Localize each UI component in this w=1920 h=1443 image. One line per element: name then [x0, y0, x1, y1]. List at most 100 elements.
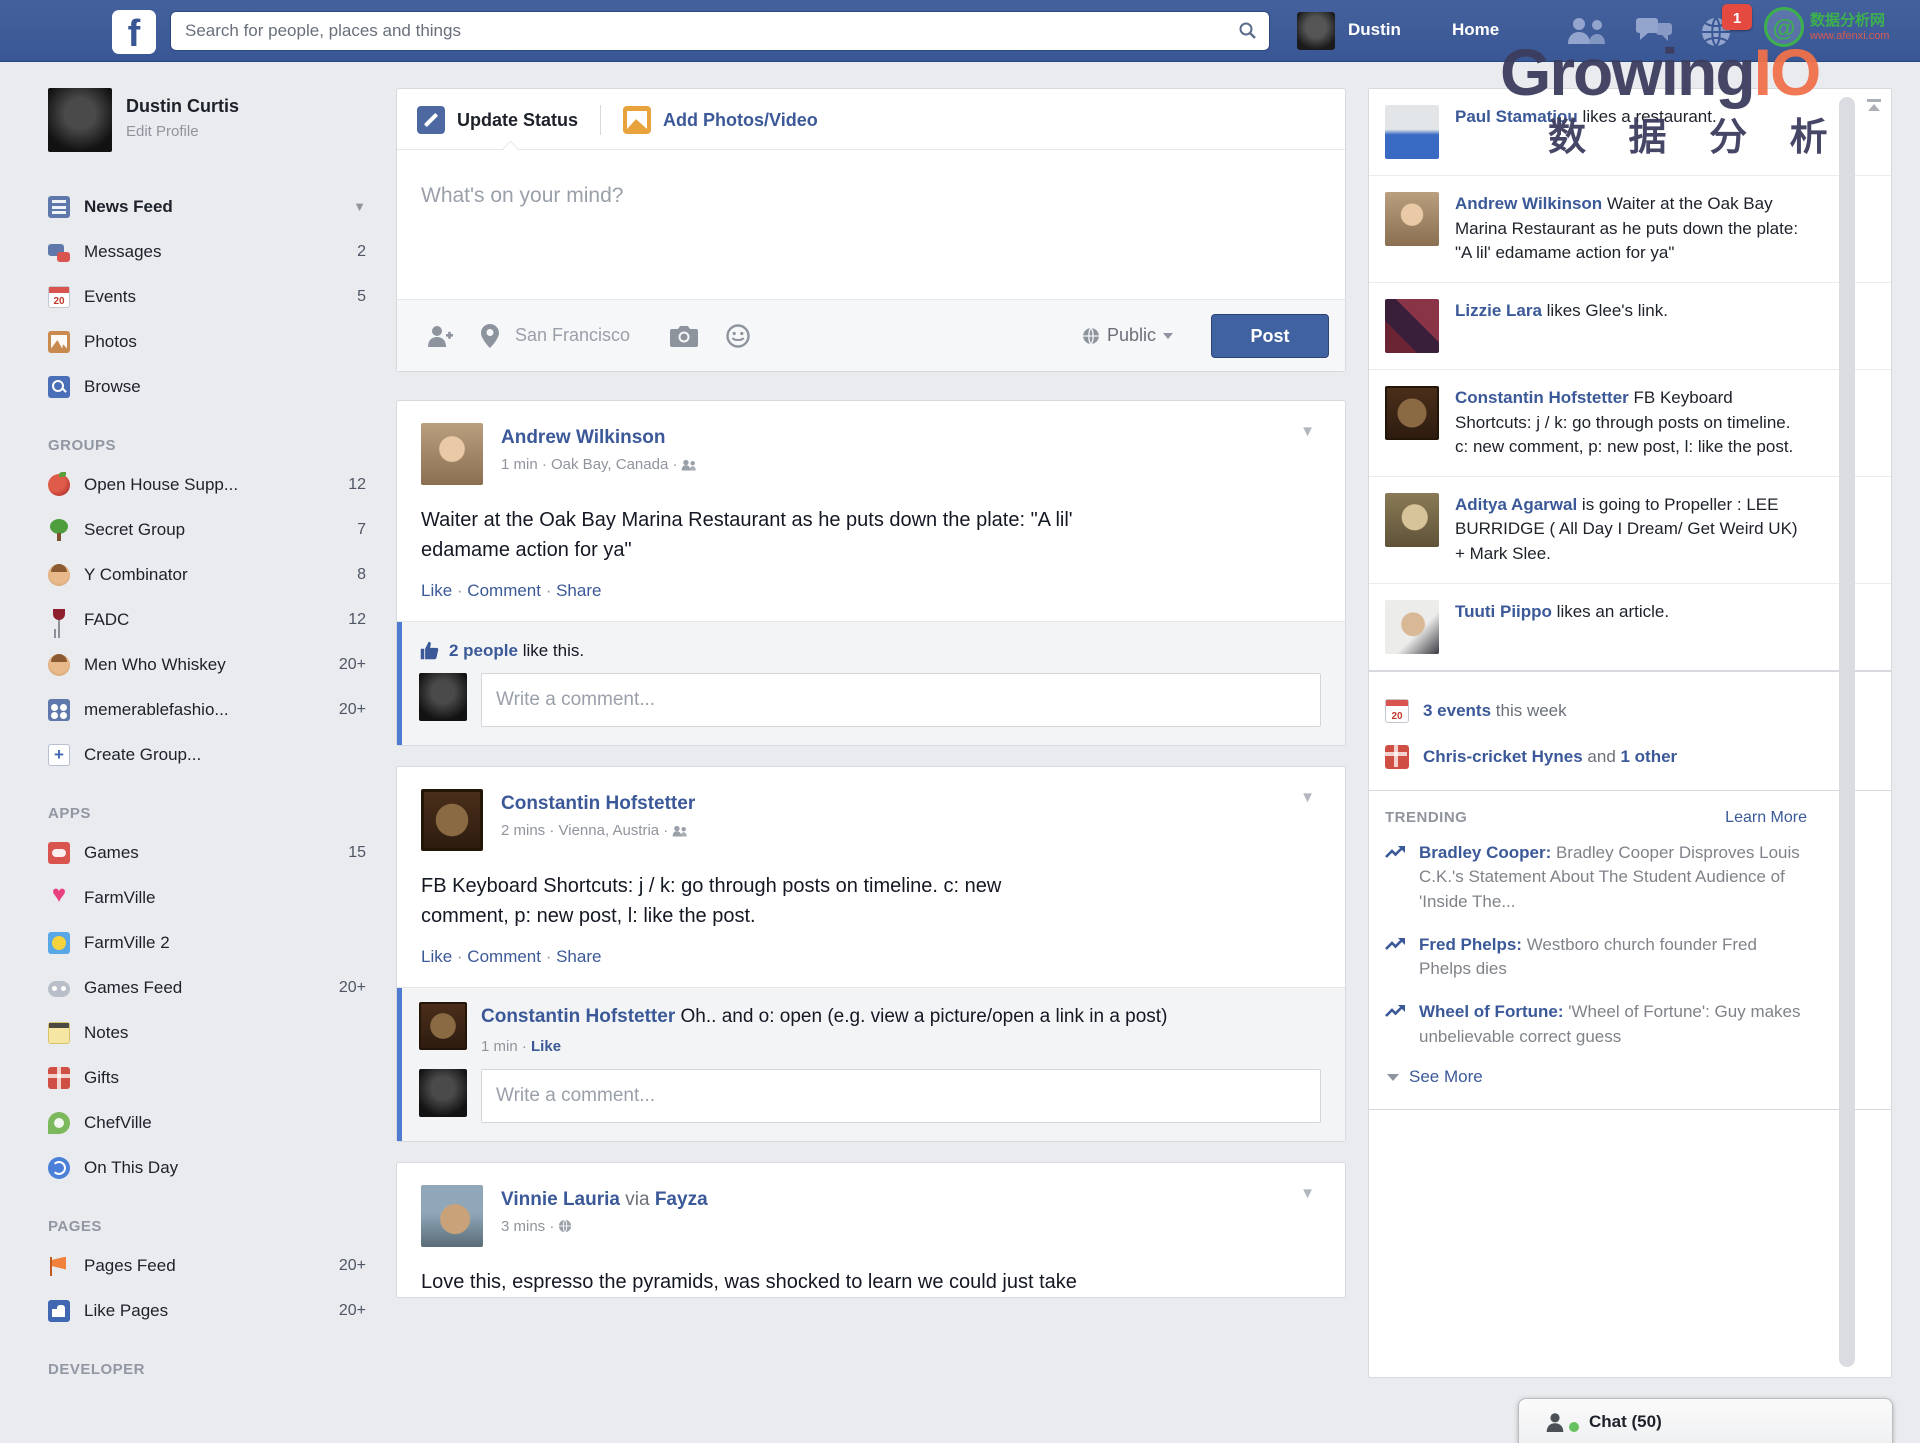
- sidebar-item-games-feed[interactable]: Games Feed 20+: [48, 965, 366, 1010]
- likers-link[interactable]: 2 people: [449, 641, 518, 660]
- ticker-item[interactable]: Tuuti Piippo likes an article.: [1369, 584, 1891, 672]
- hide-ticker-icon[interactable]: [1867, 99, 1881, 111]
- ticker-name[interactable]: Tuuti Piippo: [1455, 602, 1552, 621]
- trending-topic[interactable]: Fred Phelps:: [1419, 935, 1522, 954]
- chat-bar[interactable]: Chat (50): [1518, 1398, 1893, 1443]
- friend-requests-icon[interactable]: [1566, 16, 1608, 49]
- events-count-link[interactable]: 3 events: [1423, 701, 1491, 720]
- tag-friends-icon[interactable]: [427, 325, 453, 347]
- sidebar-item-group[interactable]: Secret Group 7: [48, 507, 366, 552]
- sidebar-item-group[interactable]: FADC 12: [48, 597, 366, 642]
- trending-item[interactable]: Wheel of Fortune: 'Wheel of Fortune': Gu…: [1385, 1000, 1807, 1049]
- learn-more-link[interactable]: Learn More: [1725, 809, 1807, 827]
- post-author-link[interactable]: Vinnie Lauria via Fayza: [501, 1189, 708, 1211]
- sidebar-item-group[interactable]: Y Combinator 8: [48, 552, 366, 597]
- like-link[interactable]: Like: [421, 581, 452, 600]
- sidebar-item-farmville[interactable]: FarmVille: [48, 875, 366, 920]
- sidebar-item-gifts[interactable]: Gifts: [48, 1055, 366, 1100]
- like-link[interactable]: Like: [421, 947, 452, 966]
- sidebar-item-create-group[interactable]: Create Group...: [48, 732, 366, 777]
- see-more-link[interactable]: See More: [1387, 1067, 1807, 1087]
- search-icon[interactable]: [1238, 21, 1258, 46]
- share-link[interactable]: Share: [556, 581, 601, 600]
- sidebar-item-group[interactable]: memerablefashio... 20+: [48, 687, 366, 732]
- trending-item[interactable]: Fred Phelps: Westboro church founder Fre…: [1385, 933, 1807, 982]
- sidebar-item-photos[interactable]: Photos: [48, 319, 366, 364]
- profile-name[interactable]: Dustin Curtis: [126, 96, 239, 117]
- tab-update-status[interactable]: Update Status: [457, 110, 578, 131]
- location-value[interactable]: San Francisco: [515, 325, 630, 346]
- camera-icon[interactable]: [670, 325, 698, 347]
- profile-block[interactable]: Dustin Curtis Edit Profile: [48, 88, 366, 152]
- profile-avatar[interactable]: [48, 88, 112, 152]
- emoji-icon[interactable]: [726, 324, 750, 348]
- post-author-avatar[interactable]: [421, 789, 483, 851]
- navbar-profile-avatar[interactable]: [1297, 12, 1335, 50]
- facebook-logo[interactable]: f: [112, 10, 156, 54]
- via-app-link[interactable]: Fayza: [655, 1189, 708, 1210]
- navbar-profile-link[interactable]: Dustin: [1348, 20, 1401, 40]
- comment-author-avatar[interactable]: [419, 1002, 467, 1050]
- left-sidebar: Dustin Curtis Edit Profile News Feed ▼ M…: [48, 88, 366, 1386]
- sidebar-item-group[interactable]: Open House Supp... 12: [48, 462, 366, 507]
- navbar-home-link[interactable]: Home: [1452, 20, 1499, 40]
- sidebar-item-news-feed[interactable]: News Feed ▼: [48, 184, 366, 229]
- post-menu-chevron[interactable]: ▼: [1300, 423, 1315, 440]
- ticker-avatar: [1385, 299, 1439, 353]
- sidebar-item-events[interactable]: 20 Events 5: [48, 274, 366, 319]
- comment-input[interactable]: Write a comment...: [481, 673, 1321, 727]
- location-pin-icon[interactable]: [481, 324, 499, 348]
- messages-icon[interactable]: [1634, 16, 1674, 49]
- trending-topic[interactable]: Bradley Cooper:: [1419, 843, 1551, 862]
- sidebar-item-pages-feed[interactable]: Pages Feed 20+: [48, 1243, 366, 1288]
- post-menu-chevron[interactable]: ▼: [1300, 1185, 1315, 1202]
- post-text: edamame action for ya": [421, 535, 1321, 565]
- ticker-item[interactable]: Aditya Agarwal is going to Propeller : L…: [1369, 477, 1891, 584]
- comment-link[interactable]: Comment: [467, 581, 541, 600]
- birthdays-row[interactable]: Chris-cricket Hynes and 1 other: [1385, 734, 1875, 780]
- sidebar-item-notes[interactable]: Notes: [48, 1010, 366, 1055]
- sidebar-item-label: Gifts: [84, 1068, 119, 1088]
- sidebar-item-group[interactable]: Men Who Whiskey 20+: [48, 642, 366, 687]
- post-button[interactable]: Post: [1211, 314, 1329, 358]
- sidebar-item-games[interactable]: Games 15: [48, 830, 366, 875]
- ticker-scrollbar[interactable]: [1839, 97, 1855, 1367]
- post-author-avatar[interactable]: [421, 1185, 483, 1247]
- ticker-name[interactable]: Lizzie Lara: [1455, 301, 1542, 320]
- tab-add-photos-video[interactable]: Add Photos/Video: [663, 110, 818, 131]
- trending-topic[interactable]: Wheel of Fortune:: [1419, 1002, 1563, 1021]
- other-link[interactable]: 1 other: [1621, 747, 1678, 766]
- sidebar-item-on-this-day[interactable]: On This Day: [48, 1145, 366, 1190]
- sidebar-item-farmville2[interactable]: FarmVille 2: [48, 920, 366, 965]
- edit-profile-link[interactable]: Edit Profile: [126, 123, 239, 140]
- comment-author-link[interactable]: Constantin Hofstetter: [481, 1006, 675, 1027]
- ticker-name[interactable]: Andrew Wilkinson: [1455, 194, 1602, 213]
- ticker-item[interactable]: Andrew Wilkinson Waiter at the Oak Bay M…: [1369, 176, 1891, 283]
- sidebar-item-chefville[interactable]: ChefVille: [48, 1100, 366, 1145]
- ticker-name[interactable]: Constantin Hofstetter: [1455, 388, 1629, 407]
- trending-item[interactable]: Bradley Cooper: Bradley Cooper Disproves…: [1385, 841, 1807, 915]
- events-this-week[interactable]: 20 3 events this week: [1385, 688, 1875, 734]
- search-input[interactable]: [170, 11, 1270, 51]
- post-menu-chevron[interactable]: ▼: [1300, 789, 1315, 806]
- ticker-item[interactable]: Lizzie Lara likes Glee's link.: [1369, 283, 1891, 370]
- ticker-name[interactable]: Paul Stamatiou: [1455, 107, 1578, 126]
- sidebar-item-like-pages[interactable]: Like Pages 20+: [48, 1288, 366, 1333]
- ticker-name[interactable]: Aditya Agarwal: [1455, 495, 1577, 514]
- chevron-down-icon[interactable]: ▼: [353, 199, 366, 214]
- sidebar-item-messages[interactable]: Messages 2: [48, 229, 366, 274]
- comment-input[interactable]: Write a comment...: [481, 1069, 1321, 1123]
- ticker-item[interactable]: Constantin Hofstetter FB Keyboard Shortc…: [1369, 370, 1891, 477]
- birthday-name-link[interactable]: Chris-cricket Hynes: [1423, 747, 1583, 766]
- sidebar-item-browse[interactable]: Browse: [48, 364, 366, 409]
- comment-like-link[interactable]: Like: [531, 1038, 561, 1055]
- comment-link[interactable]: Comment: [467, 947, 541, 966]
- notification-badge[interactable]: 1: [1722, 4, 1752, 30]
- status-input[interactable]: What's on your mind?: [397, 150, 1345, 242]
- share-link[interactable]: Share: [556, 947, 601, 966]
- privacy-selector[interactable]: Public: [1082, 325, 1173, 346]
- post-author-link[interactable]: Andrew Wilkinson: [501, 427, 697, 449]
- post-author-link[interactable]: Constantin Hofstetter: [501, 793, 695, 815]
- ticker-item[interactable]: Paul Stamatiou likes a restaurant.: [1369, 89, 1891, 176]
- post-author-avatar[interactable]: [421, 423, 483, 485]
